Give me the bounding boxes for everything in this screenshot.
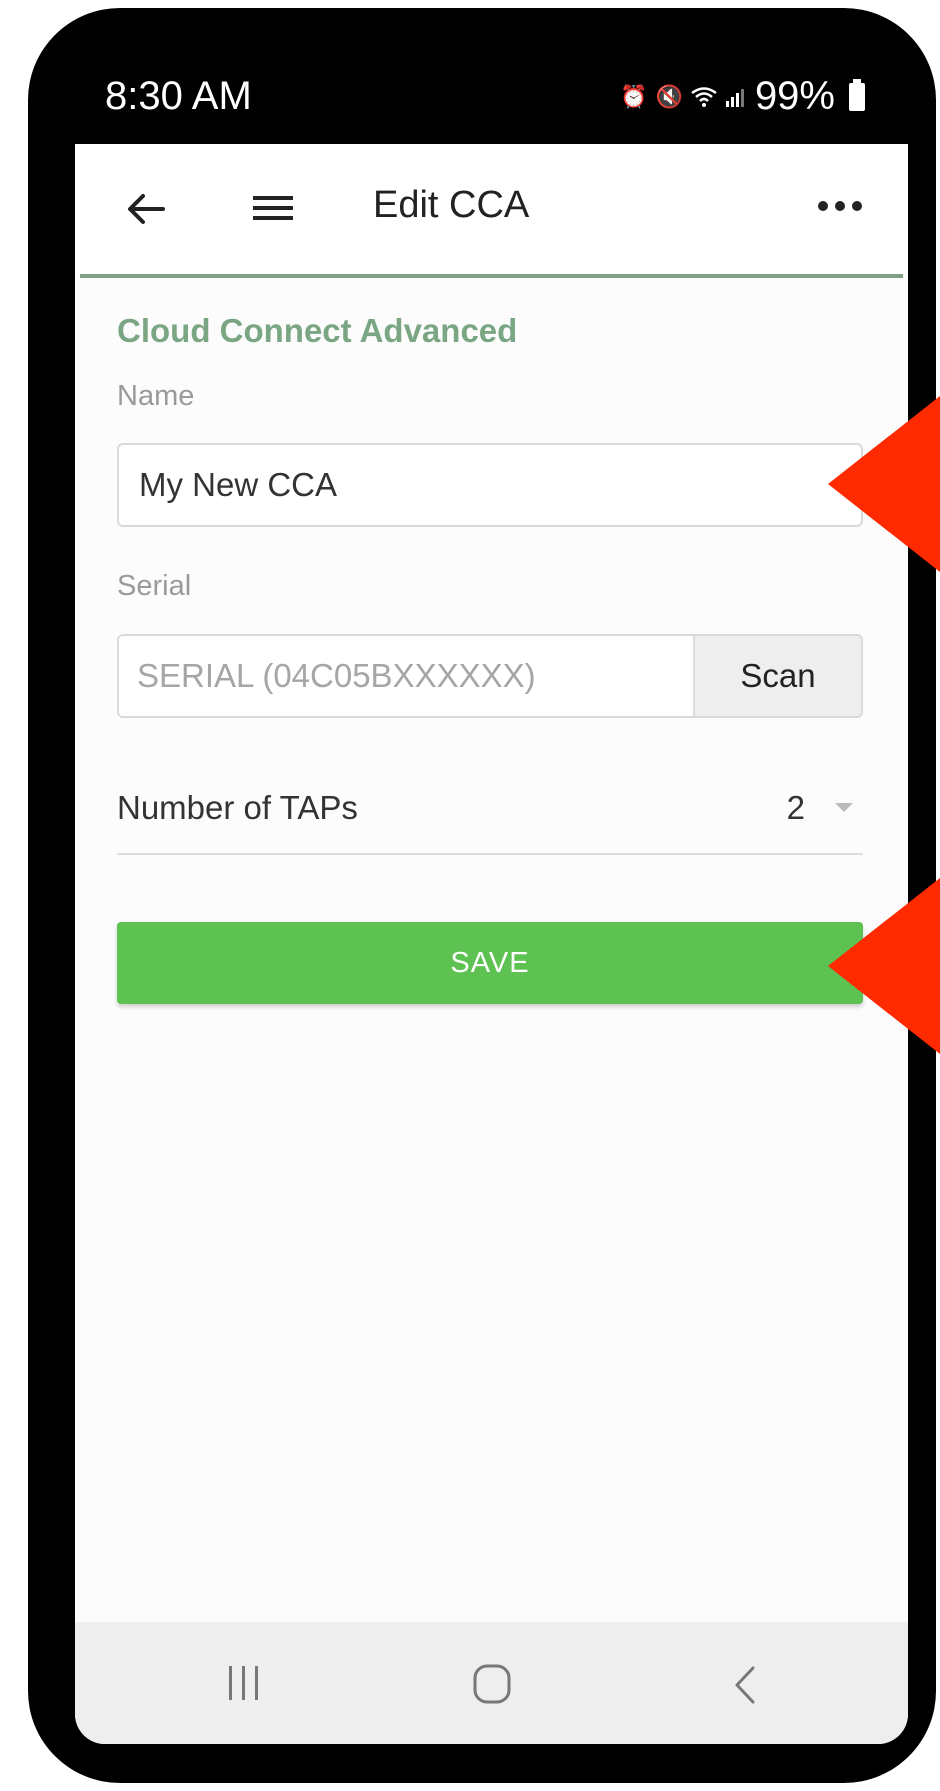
status-icons: ⏰ 🔇 99% (620, 74, 865, 119)
save-button[interactable]: SAVE (117, 922, 863, 1004)
battery-icon (849, 78, 865, 111)
status-time: 8:30 AM (105, 74, 252, 118)
app-bar-divider (80, 274, 903, 278)
signal-icon (725, 88, 744, 107)
alarm-icon: ⏰ (620, 83, 648, 109)
system-back-icon[interactable] (731, 1662, 759, 1708)
serial-input-group: Scan (117, 634, 863, 718)
mute-icon: 🔇 (655, 83, 683, 109)
page-title: Edit CCA (373, 184, 530, 226)
system-nav-bar (75, 1622, 908, 1744)
annotation-arrow-save (828, 878, 940, 1054)
taps-label: Number of TAPs (117, 789, 358, 826)
dropdown-chevron-icon (835, 803, 853, 812)
more-options-icon[interactable] (815, 196, 865, 216)
section-title: Cloud Connect Advanced (117, 312, 518, 349)
hamburger-menu-icon[interactable] (251, 188, 295, 228)
serial-label: Serial (117, 570, 192, 602)
battery-percent: 99% (754, 74, 835, 118)
name-label: Name (117, 380, 195, 412)
taps-select[interactable]: Number of TAPs 2 (117, 759, 863, 855)
back-arrow-icon[interactable] (123, 186, 169, 232)
wifi-icon (691, 86, 717, 107)
app-screen: Edit CCA Cloud Connect Advanced Name Ser… (75, 144, 908, 1744)
serial-input[interactable] (119, 636, 693, 716)
home-icon[interactable] (472, 1662, 512, 1706)
status-bar: 8:30 AM ⏰ 🔇 99% (75, 70, 865, 130)
taps-value: 2 (786, 789, 805, 826)
recent-apps-icon[interactable] (223, 1660, 265, 1706)
app-bar: Edit CCA (75, 144, 908, 274)
name-input[interactable] (117, 443, 863, 527)
scan-button[interactable]: Scan (693, 636, 861, 716)
annotation-arrow-name (828, 396, 940, 572)
